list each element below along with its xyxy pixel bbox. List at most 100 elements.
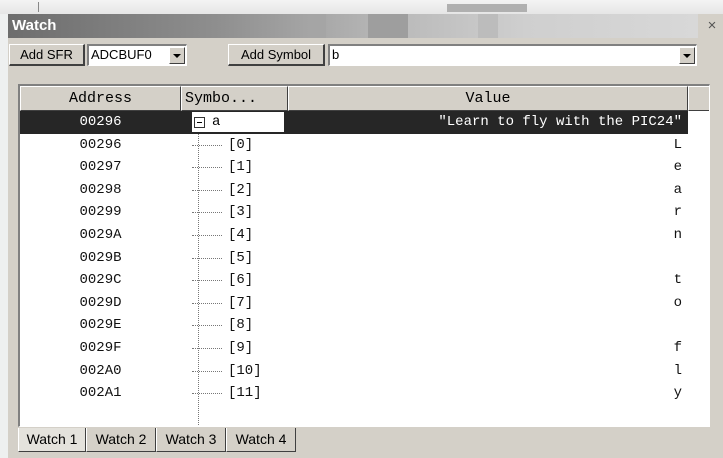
table-row[interactable]: 0029A [4] n	[20, 224, 688, 247]
chevron-down-icon[interactable]	[169, 47, 185, 64]
title-bar-segment	[368, 14, 408, 38]
column-header-filler	[688, 86, 709, 111]
symbol-name: [9]	[228, 339, 254, 356]
window-title: Watch	[12, 17, 57, 34]
symbol-cell: [5]	[192, 247, 292, 269]
symbol-name-box[interactable]: a	[192, 112, 284, 132]
value-cell: a	[673, 181, 682, 198]
title-bar-segment	[478, 14, 498, 38]
column-header-symbol[interactable]: Symbo...	[181, 86, 288, 111]
symbol-name: [5]	[228, 249, 254, 266]
sfr-select-value: ADCBUF0	[91, 47, 152, 62]
tree-branch	[192, 212, 222, 214]
chevron-down-icon[interactable]	[679, 47, 695, 64]
tree-branch	[192, 234, 222, 236]
table-row[interactable]: 0029C [6] t	[20, 269, 688, 292]
value-cell: t	[673, 272, 682, 289]
symbol-name: [4]	[228, 226, 254, 243]
background-strip	[0, 0, 723, 14]
close-icon[interactable]: ×	[704, 18, 720, 34]
value-cell: n	[673, 226, 682, 243]
tree-branch	[192, 393, 222, 395]
table-row[interactable]: 0029D [7] o	[20, 292, 688, 315]
table-row[interactable]: 00298 [2] a	[20, 179, 688, 202]
address-cell: 0029A	[79, 226, 122, 243]
title-bar[interactable]: Watch	[8, 14, 698, 38]
tree-branch	[192, 280, 222, 282]
symbol-name: [7]	[228, 294, 254, 311]
value-cell: r	[673, 204, 682, 221]
value-cell: l	[673, 362, 682, 379]
symbol-cell: [0]	[192, 134, 292, 156]
address-cell: 00296	[79, 114, 122, 130]
background-mark	[38, 2, 39, 12]
value-cell: y	[673, 385, 682, 402]
symbol-cell: [8]	[192, 314, 292, 336]
symbol-name: [8]	[228, 317, 254, 334]
symbol-name: [3]	[228, 204, 254, 221]
table-row[interactable]: 0029B [5]	[20, 247, 688, 270]
symbol-name: [1]	[228, 159, 254, 176]
table-row[interactable]: 00297 [1] e	[20, 156, 688, 179]
column-header-value[interactable]: Value	[288, 86, 688, 111]
symbol-cell: [7]	[192, 292, 292, 314]
symbol-cell: [1]	[192, 156, 292, 178]
table-row-selected[interactable]: 00296 a "Learn to fly with the PIC24"	[20, 111, 688, 134]
address-cell: 0029B	[79, 249, 122, 266]
table-row[interactable]: 002A1 [11] y	[20, 382, 688, 405]
value-cell: f	[673, 339, 682, 356]
tab-watch-1[interactable]: Watch 1	[18, 428, 86, 452]
address-cell: 00299	[79, 204, 122, 221]
symbol-name: [0]	[228, 136, 254, 153]
tree-branch	[192, 167, 222, 169]
background-mark	[447, 4, 527, 12]
value-cell: "Learn to fly with the PIC24"	[438, 114, 682, 130]
tree-branch	[192, 302, 222, 304]
add-sfr-button[interactable]: Add SFR	[9, 44, 85, 66]
title-bar-segment	[308, 14, 326, 38]
tab-watch-4[interactable]: Watch 4	[226, 428, 296, 452]
watch-window: Watch × Add SFR ADCBUF0 Add Symbol b Add…	[8, 14, 723, 458]
address-cell: 002A1	[79, 385, 122, 402]
symbol-name: a	[212, 114, 221, 130]
table-row[interactable]: 0029F [9] f	[20, 337, 688, 360]
value-cell	[290, 314, 686, 336]
minus-box-icon[interactable]	[194, 117, 205, 128]
symbol-select-value: b	[332, 47, 340, 62]
tree-branch	[192, 370, 222, 372]
address-cell: 0029D	[79, 294, 122, 311]
symbol-cell: [9]	[192, 337, 292, 359]
symbol-name: [2]	[228, 181, 254, 198]
value-cell	[290, 247, 686, 269]
tree-branch	[192, 347, 222, 349]
sfr-select[interactable]: ADCBUF0	[87, 44, 187, 66]
tree-branch	[192, 189, 222, 191]
watch-tabs: Watch 1 Watch 2 Watch 3 Watch 4	[18, 428, 718, 454]
table-row[interactable]: 00296 [0] L	[20, 134, 688, 157]
tab-watch-2[interactable]: Watch 2	[86, 428, 156, 452]
symbol-cell: [6]	[192, 269, 292, 291]
symbol-cell: [3]	[192, 201, 292, 223]
watch-toolbar: Add SFR ADCBUF0 Add Symbol b	[8, 38, 723, 72]
symbol-name: [10]	[228, 362, 262, 379]
column-header-address[interactable]: Address	[20, 86, 181, 111]
symbol-cell: a	[192, 111, 292, 133]
tree-branch	[192, 325, 222, 327]
tab-watch-3[interactable]: Watch 3	[156, 428, 226, 452]
table-row[interactable]: 002A0 [10] l	[20, 360, 688, 383]
watch-grid: Address Symbo... Value 00296 a "Learn to…	[18, 84, 710, 427]
symbol-select[interactable]: b	[328, 44, 697, 66]
address-cell: 00298	[79, 181, 122, 198]
address-cell: 0029C	[79, 272, 122, 289]
symbol-cell: [10]	[192, 360, 292, 382]
symbol-cell: [2]	[192, 179, 292, 201]
address-cell: 00297	[79, 159, 122, 176]
address-cell: 0029E	[79, 317, 122, 334]
symbol-cell: [4]	[192, 224, 292, 246]
symbol-cell: [11]	[192, 382, 292, 404]
add-symbol-button[interactable]: Add Symbol	[228, 44, 325, 66]
value-cell: o	[673, 294, 682, 311]
table-row[interactable]: 0029E [8]	[20, 314, 688, 337]
value-cell: L	[673, 136, 682, 153]
table-row[interactable]: 00299 [3] r	[20, 201, 688, 224]
